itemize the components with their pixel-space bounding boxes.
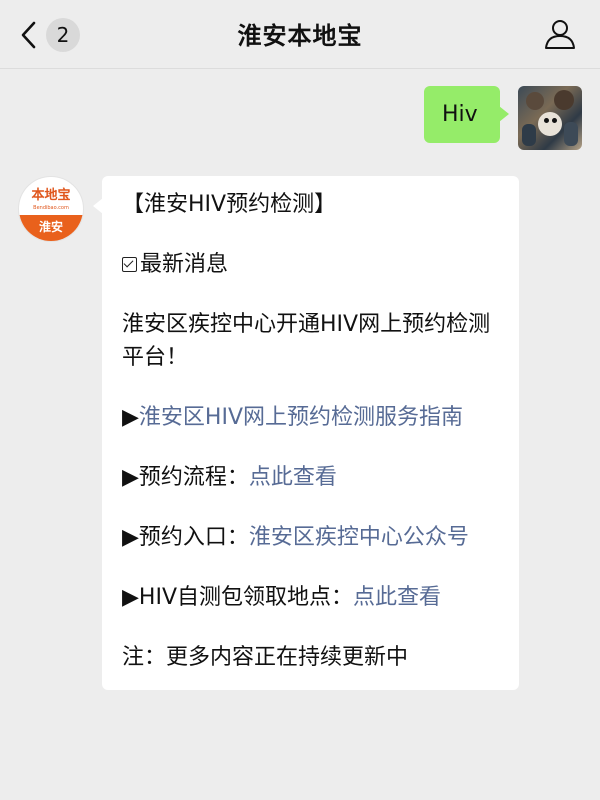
incoming-message-bubble: 【淮安HIV预约检测】 最新消息 淮安区疾控中心开通HIV网上预约检测平台！ ▶… — [93, 176, 519, 690]
outgoing-message-row: Hiv — [424, 86, 582, 150]
user-avatar[interactable] — [518, 86, 582, 150]
process-label: ▶预约流程： — [122, 465, 249, 490]
checkbox-icon — [122, 257, 137, 272]
arrow-icon: ▶ — [122, 405, 139, 430]
kit-link[interactable]: 点此查看 — [353, 585, 441, 610]
back-button[interactable]: 2 — [18, 18, 80, 52]
account-avatar[interactable]: 本地宝 Bendibao.com 淮安 — [18, 176, 84, 242]
process-item: ▶预约流程：点此查看 — [122, 461, 499, 494]
avatar-city-label: 淮安 — [19, 215, 83, 241]
outgoing-message-bubble[interactable]: Hiv — [424, 86, 509, 143]
chevron-left-icon — [21, 21, 36, 49]
nav-bar: 2 淮安本地宝 — [0, 0, 600, 69]
kit-label: ▶HIV自测包领取地点： — [122, 585, 354, 610]
unread-count-badge: 2 — [46, 18, 80, 52]
entry-link[interactable]: 淮安区疾控中心公众号 — [249, 525, 469, 550]
avatar-logo-text: 本地宝 — [25, 185, 77, 207]
message-intro: 淮安区疾控中心开通HIV网上预约检测平台！ — [122, 312, 491, 370]
person-icon — [545, 20, 575, 49]
section-label: 最新消息 — [140, 252, 229, 277]
profile-button[interactable] — [542, 16, 578, 52]
message-note: 注：更多内容正在持续更新中 — [122, 645, 409, 670]
avatar-logo-subtext: Bendibao.com — [33, 205, 69, 211]
guide-item: ▶淮安区HIV网上预约检测服务指南 — [122, 401, 499, 434]
process-link[interactable]: 点此查看 — [249, 465, 337, 490]
entry-label: ▶预约入口： — [122, 525, 249, 550]
entry-item: ▶预约入口：淮安区疾控中心公众号 — [122, 521, 499, 554]
message-section-heading: 最新消息 — [122, 248, 499, 281]
chat-title: 淮安本地宝 — [237, 22, 363, 50]
kit-item: ▶HIV自测包领取地点：点此查看 — [122, 581, 499, 614]
guide-link[interactable]: 淮安区HIV网上预约检测服务指南 — [139, 405, 463, 430]
message-title: 【淮安HIV预约检测】 — [122, 192, 337, 217]
